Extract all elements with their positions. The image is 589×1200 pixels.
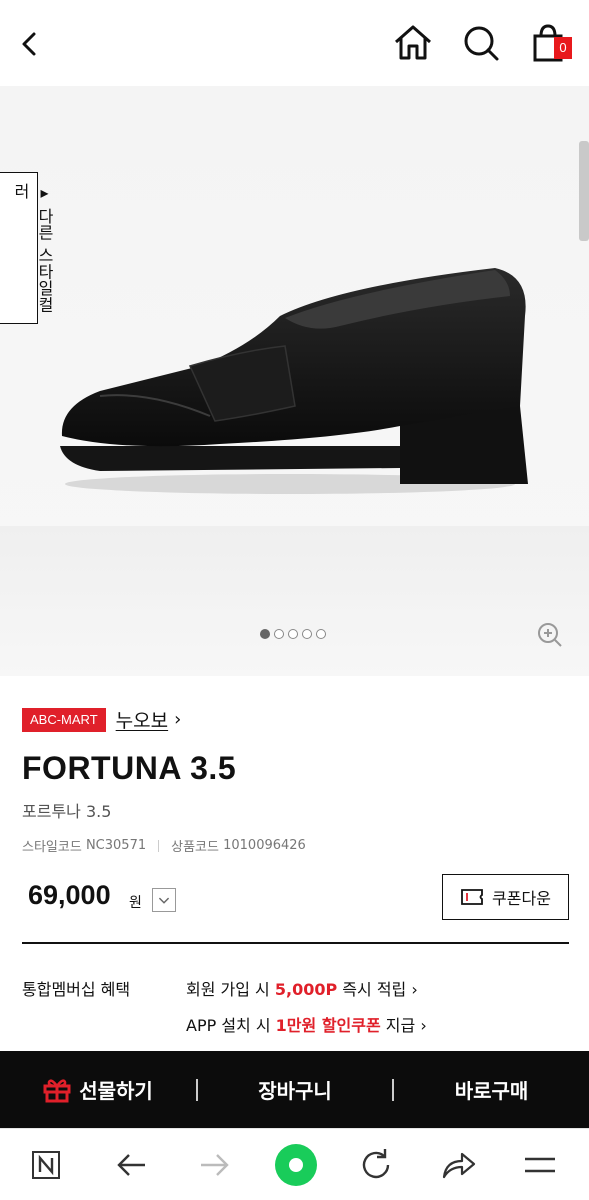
naver-home-icon[interactable]: [26, 1145, 66, 1185]
top-header: 0: [0, 0, 589, 86]
benefit-app-link[interactable]: APP 설치 시 1만원 할인쿠폰 지급 ›: [186, 1012, 427, 1036]
other-style-colors-label: ▸ 다른 스타일컬러: [11, 183, 54, 313]
purchase-action-bar: 선물하기 장바구니 바로구매: [0, 1051, 589, 1128]
gift-button[interactable]: 선물하기: [0, 1051, 196, 1128]
divider: [158, 839, 160, 852]
benefit-app-text-end: 지급: [380, 1016, 416, 1035]
search-icon[interactable]: [460, 22, 502, 64]
product-korean-name: 포르투나 3.5: [22, 802, 112, 821]
refresh-icon[interactable]: [356, 1145, 396, 1185]
green-dot-icon[interactable]: [272, 1141, 320, 1189]
brand-link[interactable]: 누오보: [116, 706, 168, 733]
membership-benefit-label: 통합멤버십 혜택: [22, 980, 131, 999]
browser-nav-bar: [0, 1128, 589, 1200]
chevron-right-icon[interactable]: ›: [174, 709, 181, 730]
zoom-in-icon[interactable]: [537, 622, 563, 648]
gallery-dot-4[interactable]: [302, 629, 312, 639]
cart-count-badge: 0: [554, 37, 572, 59]
product-code: 1010096426: [223, 838, 306, 853]
forward-arrow-icon[interactable]: [194, 1145, 234, 1185]
other-style-colors-tab[interactable]: ▸ 다른 스타일컬러: [0, 172, 54, 324]
product-code-label: 상품코드: [171, 840, 219, 855]
benefit-signup-text: 회원 가입 시: [186, 980, 275, 999]
product-title: FORTUNA 3.5: [22, 750, 237, 786]
benefit-signup-highlight: 5,000P: [274, 980, 338, 999]
gallery-pagination: [260, 629, 326, 639]
add-to-cart-button[interactable]: 장바구니: [198, 1051, 392, 1128]
price-unit: 원: [129, 895, 142, 911]
coupon-download-label: 쿠폰다운: [492, 889, 551, 908]
gallery-dot-5[interactable]: [316, 629, 326, 639]
section-divider: [22, 942, 569, 944]
scrollbar-thumb[interactable]: [579, 141, 589, 241]
share-icon[interactable]: [438, 1145, 478, 1185]
shopping-bag-button[interactable]: 0: [528, 22, 574, 66]
product-image-gallery[interactable]: ▸ 다른 스타일컬러: [0, 86, 589, 676]
gallery-dot-3[interactable]: [288, 629, 298, 639]
coupon-icon: [461, 889, 483, 905]
gift-label: 선물하기: [79, 1079, 153, 1103]
benefit-app-text: APP 설치 시: [186, 1016, 276, 1035]
buy-now-button[interactable]: 바로구매: [394, 1051, 589, 1128]
product-image: [60, 268, 528, 494]
price-value: 69,000: [28, 880, 111, 910]
home-icon[interactable]: [392, 22, 434, 64]
gift-icon: [43, 1078, 71, 1102]
benefit-app-highlight: 1만원 할인쿠폰: [275, 1016, 381, 1035]
product-codes: 스타일코드 NC30571 상품코드 1010096426: [22, 836, 306, 855]
back-icon[interactable]: [14, 24, 44, 64]
back-arrow-icon[interactable]: [112, 1145, 152, 1185]
image-floor: [0, 526, 589, 676]
gallery-dot-1[interactable]: [260, 629, 270, 639]
menu-icon[interactable]: [520, 1145, 560, 1185]
chevron-right-icon: ›: [420, 1016, 427, 1035]
style-code-label: 스타일코드: [22, 840, 82, 855]
brand-row: ABC-MART 누오보 ›: [22, 706, 181, 733]
chevron-right-icon: ›: [411, 980, 418, 999]
benefit-signup-link[interactable]: 회원 가입 시 5,000P 즉시 적립 ›: [186, 976, 418, 1000]
benefit-signup-text-end: 즉시 적립: [337, 980, 407, 999]
coupon-download-button[interactable]: 쿠폰다운: [442, 874, 569, 920]
gallery-dot-2[interactable]: [274, 629, 284, 639]
price-detail-toggle[interactable]: [152, 888, 176, 912]
style-code: NC30571: [85, 838, 147, 853]
mall-badge: ABC-MART: [22, 707, 106, 732]
